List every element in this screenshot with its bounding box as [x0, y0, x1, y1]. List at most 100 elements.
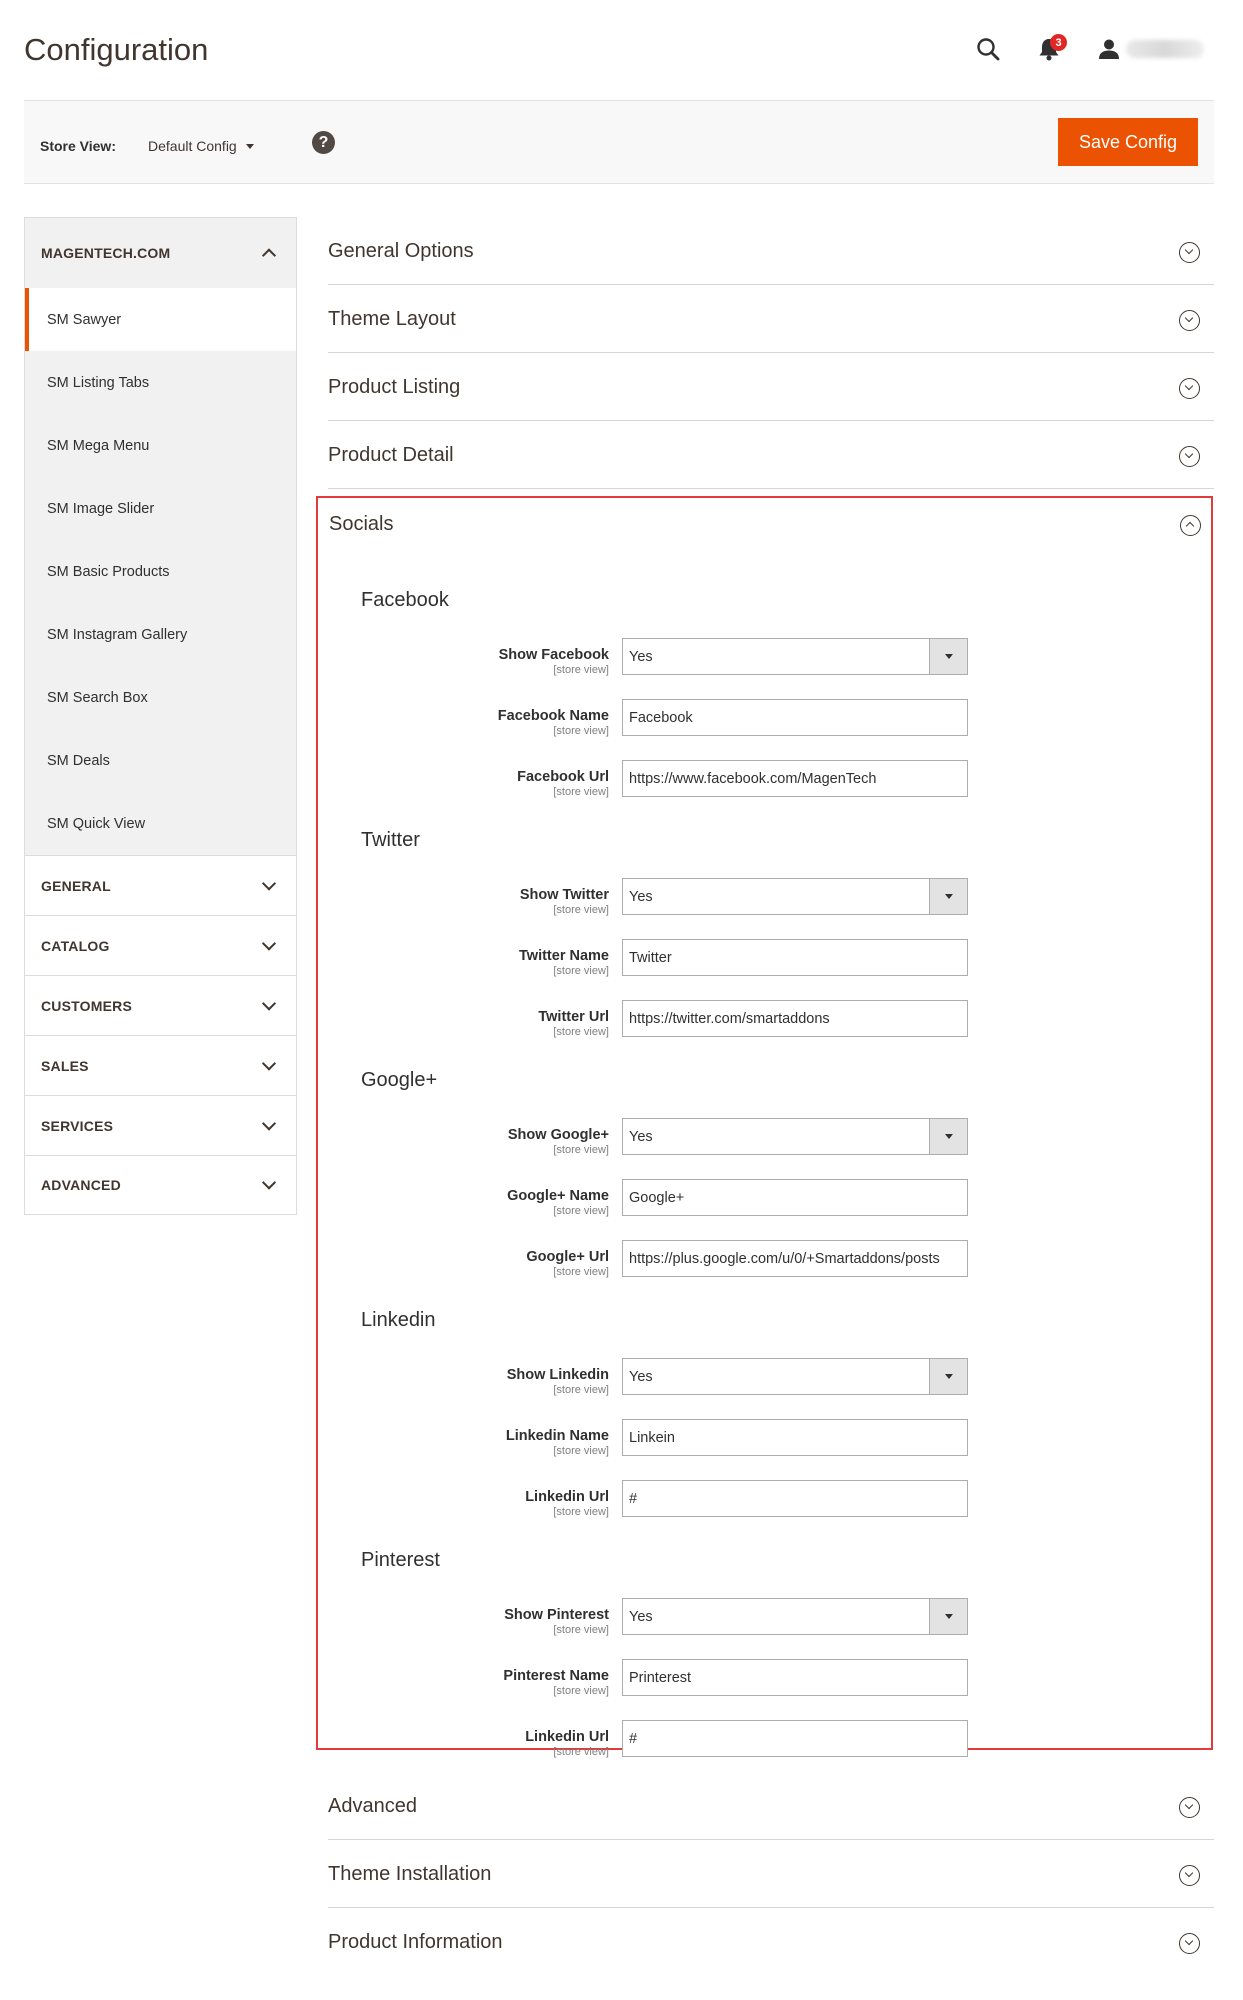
- show-googleplus-select[interactable]: Yes: [622, 1118, 968, 1155]
- sidebar-tab-sales[interactable]: SALES: [24, 1035, 297, 1095]
- field-label-text: Twitter Name: [519, 948, 609, 964]
- user-icon[interactable]: [1094, 34, 1124, 64]
- section-title: Advanced: [328, 1795, 417, 1817]
- googleplus-url-input[interactable]: https://plus.google.com/u/0/+Smartaddons…: [622, 1240, 968, 1277]
- sidebar-tab-label: SALES: [41, 1057, 89, 1074]
- chevron-down-icon: [261, 935, 277, 951]
- twitter-url-input[interactable]: https://twitter.com/smartaddons: [622, 1000, 968, 1037]
- pinterest-url-input[interactable]: #: [622, 1720, 968, 1757]
- scope-label: [store view]: [553, 1144, 609, 1156]
- sidebar-tab-services[interactable]: SERVICES: [24, 1095, 297, 1155]
- section-title: Product Information: [328, 1931, 503, 1953]
- show-linkedin-select[interactable]: Yes: [622, 1358, 968, 1395]
- show-facebook-select[interactable]: Yes: [622, 638, 968, 675]
- section-product-detail[interactable]: Product Detail: [328, 421, 1214, 489]
- show-pinterest-select[interactable]: Yes: [622, 1598, 968, 1635]
- field-label: Twitter Url [store view]: [538, 1009, 609, 1038]
- show-twitter-select[interactable]: Yes: [622, 878, 968, 915]
- user-name[interactable]: admin: [1126, 40, 1204, 58]
- field-label: Show Google+ [store view]: [508, 1127, 609, 1156]
- chevron-down-icon: [261, 1055, 277, 1071]
- field-label: Show Linkedin [store view]: [507, 1367, 609, 1396]
- section-title[interactable]: Socials: [329, 513, 393, 536]
- field-label: Google+ Name [store view]: [507, 1188, 609, 1217]
- scope-label: [store view]: [553, 1026, 609, 1038]
- sidebar-tab-customers[interactable]: CUSTOMERS: [24, 975, 297, 1035]
- field-label-text: Pinterest Name: [503, 1668, 609, 1684]
- sidebar-item-sm-instagram-gallery[interactable]: SM Instagram Gallery: [25, 603, 296, 666]
- field-label: Facebook Url [store view]: [517, 769, 609, 798]
- scope-label: [store view]: [553, 1384, 609, 1396]
- sidebar-item-sm-basic-products[interactable]: SM Basic Products: [25, 540, 296, 603]
- facebook-name-input[interactable]: Facebook: [622, 699, 968, 736]
- sidebar-tab-label: ADVANCED: [41, 1177, 121, 1193]
- section-theme-installation[interactable]: Theme Installation: [328, 1840, 1214, 1908]
- field-label: Linkedin Name [store view]: [506, 1428, 609, 1457]
- section-title: Product Detail: [328, 444, 454, 466]
- sidebar-item-sm-deals[interactable]: SM Deals: [25, 729, 296, 792]
- scope-label: [store view]: [553, 1266, 609, 1278]
- select-value: Yes: [629, 888, 653, 905]
- search-icon[interactable]: [973, 34, 1003, 64]
- section-product-information[interactable]: Product Information: [328, 1908, 1214, 1976]
- field-label-text: Facebook Url: [517, 769, 609, 785]
- field-label: Linkedin Url [store view]: [525, 1489, 609, 1518]
- twitter-name-input[interactable]: Twitter: [622, 939, 968, 976]
- field-label-text: Facebook Name: [497, 708, 609, 724]
- linkedin-url-input[interactable]: #: [622, 1480, 968, 1517]
- sidebar-tab-general[interactable]: GENERAL: [24, 855, 297, 915]
- scope-label: [store view]: [553, 965, 609, 977]
- sidebar-item-sm-sawyer[interactable]: SM Sawyer: [25, 288, 296, 351]
- section-theme-layout[interactable]: Theme Layout: [328, 285, 1214, 353]
- facebook-url-input[interactable]: https://www.facebook.com/MagenTech: [622, 760, 968, 797]
- field-label-text: Google+ Url: [526, 1249, 609, 1265]
- sidebar-section-magentech: MAGENTECH.COM SM Sawyer SM Listing Tabs …: [24, 217, 297, 855]
- section-product-listing[interactable]: Product Listing: [328, 353, 1214, 421]
- save-config-button[interactable]: Save Config: [1058, 118, 1198, 166]
- sidebar-item-sm-quick-view[interactable]: SM Quick View: [25, 792, 296, 855]
- sidebar-tab-label: CUSTOMERS: [41, 997, 132, 1014]
- sidebar-item-sm-search-box[interactable]: SM Search Box: [25, 666, 296, 729]
- scope-label: [store view]: [553, 786, 609, 798]
- section-title: Theme Layout: [328, 308, 456, 330]
- expand-chevron-icon: [1179, 1865, 1200, 1886]
- expand-chevron-icon: [1179, 378, 1200, 399]
- sidebar-item-sm-image-slider[interactable]: SM Image Slider: [25, 477, 296, 540]
- field-label-text: Linkedin Url: [525, 1729, 609, 1745]
- sidebar-tab-advanced[interactable]: ADVANCED: [24, 1155, 297, 1215]
- expand-chevron-icon: [1179, 446, 1200, 467]
- scope-label: [store view]: [553, 1685, 609, 1697]
- field-label-text: Show Twitter: [519, 887, 609, 903]
- collapse-chevron-icon[interactable]: [1180, 515, 1201, 536]
- section-general-options[interactable]: General Options: [328, 217, 1214, 285]
- group-title-twitter: Twitter: [361, 829, 420, 851]
- page-title: Configuration: [24, 32, 209, 67]
- question-icon[interactable]: ?: [312, 131, 335, 154]
- field-label-text: Show Linkedin: [506, 1367, 609, 1383]
- field-label: Twitter Name [store view]: [519, 948, 609, 977]
- field-label: Linkedin Url [store view]: [525, 1729, 609, 1758]
- pinterest-name-input[interactable]: Printerest: [622, 1659, 968, 1696]
- field-label-text: Show Google+: [507, 1127, 609, 1143]
- field-label: Pinterest Name [store view]: [503, 1668, 609, 1697]
- sidebar-tab-catalog[interactable]: CATALOG: [24, 915, 297, 975]
- field-label-text: Show Facebook: [498, 647, 609, 663]
- sidebar-section-title: MAGENTECH.COM: [41, 245, 171, 261]
- store-view-switcher[interactable]: Default Config: [148, 138, 254, 154]
- chevron-down-icon: [261, 1175, 277, 1190]
- sidebar-item-sm-listing-tabs[interactable]: SM Listing Tabs: [25, 351, 296, 414]
- section-advanced[interactable]: Advanced: [328, 1772, 1214, 1840]
- select-arrow-icon: [929, 879, 967, 914]
- linkedin-name-input[interactable]: Linkein: [622, 1419, 968, 1456]
- section-socials: Socials Facebook Show Facebook [store vie…: [316, 496, 1213, 1758]
- select-arrow-icon: [929, 1599, 967, 1634]
- sidebar-item-sm-mega-menu[interactable]: SM Mega Menu: [25, 414, 296, 477]
- scope-label: [store view]: [553, 1506, 609, 1518]
- field-label: Google+ Url [store view]: [526, 1249, 609, 1278]
- config-sidebar: MAGENTECH.COM SM Sawyer SM Listing Tabs …: [24, 217, 297, 1215]
- select-arrow-icon: [929, 639, 967, 674]
- googleplus-name-input[interactable]: Google+: [622, 1179, 968, 1216]
- sidebar-items: SM Sawyer SM Listing Tabs SM Mega Menu S…: [25, 288, 296, 855]
- sidebar-section-header[interactable]: MAGENTECH.COM: [25, 218, 296, 288]
- field-label-text: Linkedin Name: [505, 1428, 609, 1444]
